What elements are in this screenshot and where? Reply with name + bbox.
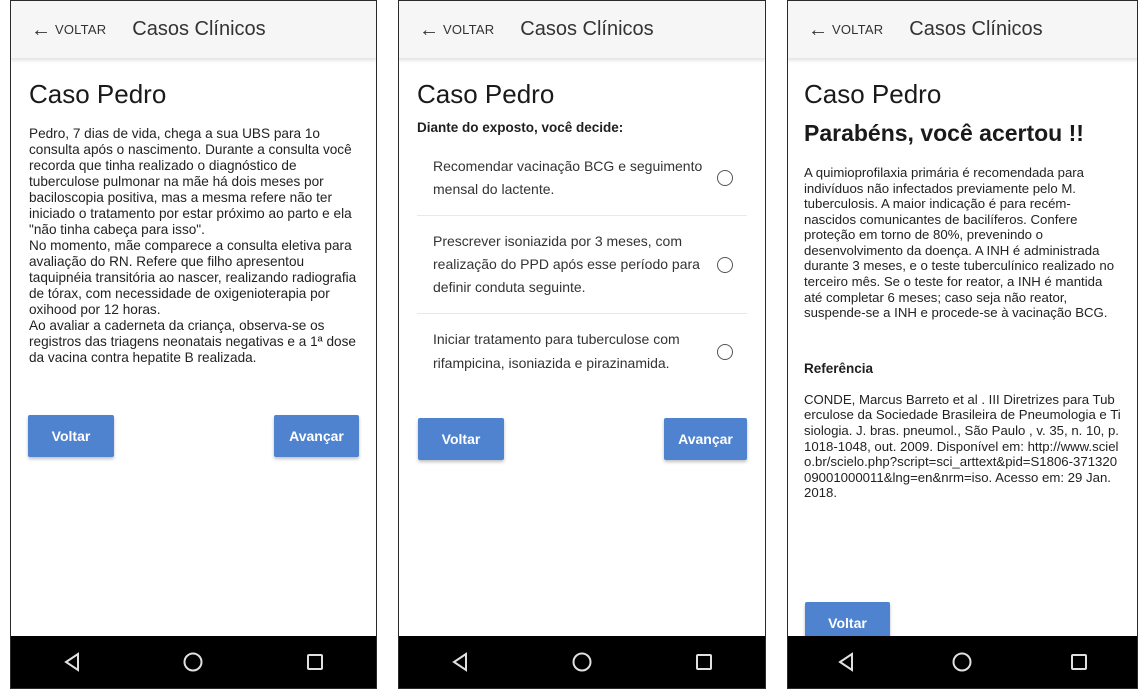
phone-screen-question: ← VOLTAR Casos Clínicos Caso Pedro Diant… [398,0,766,689]
home-circle-icon[interactable] [178,647,208,677]
case-paragraph-1: Pedro, 7 dias de vida, chega a sua UBS p… [29,126,352,238]
recents-square-icon[interactable] [689,647,719,677]
app-bar: ← VOLTAR Casos Clínicos [788,1,1137,59]
home-circle-icon[interactable] [567,647,597,677]
back-button[interactable]: ← VOLTAR [808,20,883,40]
back-triangle-icon[interactable] [57,647,87,677]
phone-screen-feedback: ← VOLTAR Casos Clínicos Caso Pedro Parab… [787,0,1138,689]
question-label: Diante do exposto, você decide: [417,120,624,135]
recents-square-icon[interactable] [300,647,330,677]
app-bar: ← VOLTAR Casos Clínicos [11,1,376,59]
back-label: VOLTAR [55,22,107,37]
reference-text: CONDE, Marcus Barreto et al . III Diretr… [804,391,1121,501]
recents-square-icon[interactable] [1064,647,1094,677]
arrow-left-icon: ← [419,18,439,41]
avancar-button[interactable]: Avançar [274,415,359,457]
explanation-text: A quimioprofilaxia primária é recomendad… [804,165,1115,321]
case-title: Caso Pedro [804,79,942,109]
case-title: Caso Pedro [417,79,555,109]
back-button[interactable]: ← VOLTAR [419,20,494,40]
options-list: Recomendar vacinação BCG e seguimento me… [417,141,747,389]
radio-button-icon[interactable] [717,343,733,360]
arrow-left-icon: ← [31,18,51,41]
option-text: Iniciar tratamento para tuberculose com … [433,331,680,371]
option-1[interactable]: Recomendar vacinação BCG e seguimento me… [417,141,747,217]
app-title: Casos Clínicos [132,18,266,40]
feedback-content: Caso Pedro Parabéns, você acertou !! A q… [788,59,1137,644]
app-title: Casos Clínicos [909,18,1043,40]
radio-button-icon[interactable] [717,256,733,273]
voltar-button[interactable]: Voltar [28,415,114,457]
avancar-button[interactable]: Avançar [664,418,747,460]
back-button[interactable]: ← VOLTAR [31,20,106,40]
case-content: Caso Pedro Pedro, 7 dias de vida, chega … [11,59,376,636]
case-title: Caso Pedro [29,79,167,109]
case-paragraph-2: No momento, mãe comparece a consulta ele… [29,238,357,318]
system-nav-bar [788,636,1137,688]
home-circle-icon[interactable] [947,647,977,677]
option-2[interactable]: Prescrever isoniazida por 3 meses, com r… [417,216,747,315]
back-triangle-icon[interactable] [445,647,475,677]
success-title: Parabéns, você acertou !! [804,120,1084,146]
arrow-left-icon: ← [808,18,828,41]
radio-button-icon[interactable] [717,170,733,187]
option-text: Prescrever isoniazida por 3 meses, com r… [433,233,700,296]
system-nav-bar [11,636,376,688]
phone-screen-case-intro: ← VOLTAR Casos Clínicos Caso Pedro Pedro… [10,0,377,689]
option-text: Recomendar vacinação BCG e seguimento me… [433,158,703,198]
back-label: VOLTAR [832,22,884,37]
option-3[interactable]: Iniciar tratamento para tuberculose com … [417,314,747,388]
back-label: VOLTAR [443,22,495,37]
back-triangle-icon[interactable] [831,647,861,677]
system-nav-bar [399,636,765,688]
reference-heading: Referência [804,360,874,376]
voltar-button[interactable]: Voltar [418,418,504,460]
app-title: Casos Clínicos [520,18,654,40]
app-bar: ← VOLTAR Casos Clínicos [399,1,765,59]
case-paragraph-3: Ao avaliar a caderneta da criança, obser… [29,318,356,366]
question-content: Caso Pedro Diante do exposto, você decid… [399,59,765,636]
